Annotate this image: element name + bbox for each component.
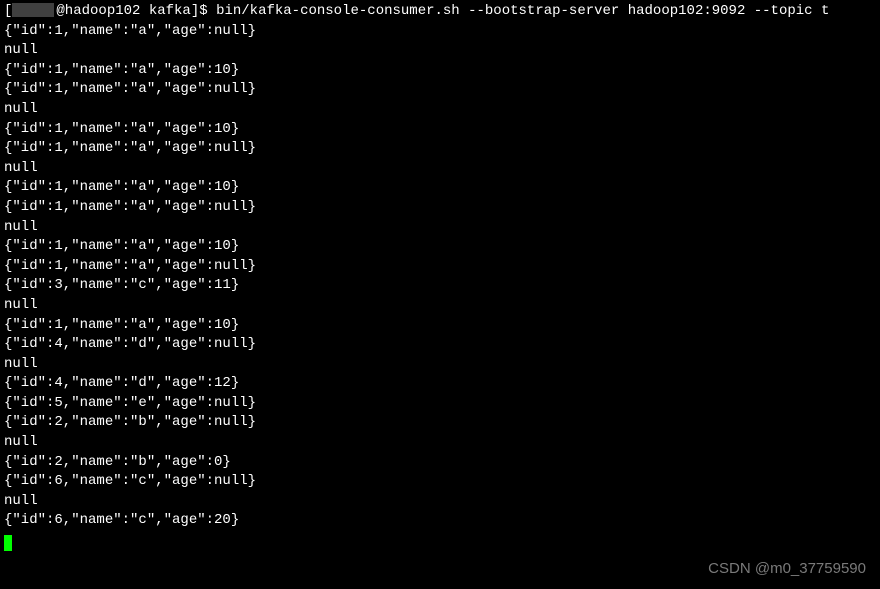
output-line: null: [4, 100, 876, 120]
output-line: null: [4, 492, 876, 512]
output-line: null: [4, 296, 876, 316]
output-line: {"id":1,"name":"a","age":10}: [4, 237, 876, 257]
output-line: null: [4, 218, 876, 238]
prompt-close-bracket: ]: [191, 3, 199, 19]
output-line: null: [4, 159, 876, 179]
terminal-cursor: [4, 535, 12, 551]
output-line: null: [4, 41, 876, 61]
output-line: {"id":3,"name":"c","age":11}: [4, 276, 876, 296]
output-line: {"id":1,"name":"a","age":null}: [4, 257, 876, 277]
output-line: {"id":6,"name":"c","age":20}: [4, 511, 876, 531]
output-line: {"id":1,"name":"a","age":10}: [4, 61, 876, 81]
prompt-line[interactable]: [ @hadoop102 kafka]$ bin/kafka-console-co…: [4, 2, 876, 22]
output-line: {"id":1,"name":"a","age":null}: [4, 22, 876, 42]
output-line: {"id":1,"name":"a","age":10}: [4, 316, 876, 336]
output-line: {"id":1,"name":"a","age":10}: [4, 120, 876, 140]
output-line: {"id":6,"name":"c","age":null}: [4, 472, 876, 492]
output-line: {"id":2,"name":"b","age":0}: [4, 453, 876, 473]
output-line: {"id":4,"name":"d","age":null}: [4, 335, 876, 355]
prompt-open-bracket: [: [4, 3, 12, 19]
cursor-line[interactable]: [4, 531, 876, 551]
redacted-username: [12, 3, 54, 17]
output-line: {"id":1,"name":"a","age":null}: [4, 198, 876, 218]
terminal-output: {"id":1,"name":"a","age":null} null {"id…: [4, 22, 876, 531]
watermark: CSDN @m0_37759590: [708, 558, 866, 579]
prompt-path: kafka: [149, 3, 191, 19]
command-text: bin/kafka-console-consumer.sh --bootstra…: [216, 3, 829, 19]
output-line: {"id":5,"name":"e","age":null}: [4, 394, 876, 414]
output-line: {"id":2,"name":"b","age":null}: [4, 413, 876, 433]
prompt-symbol: $: [199, 3, 207, 19]
output-line: {"id":4,"name":"d","age":12}: [4, 374, 876, 394]
output-line: {"id":1,"name":"a","age":null}: [4, 139, 876, 159]
output-line: {"id":1,"name":"a","age":10}: [4, 178, 876, 198]
output-line: {"id":1,"name":"a","age":null}: [4, 80, 876, 100]
prompt-user-host: @hadoop102: [56, 3, 140, 19]
output-line: null: [4, 433, 876, 453]
output-line: null: [4, 355, 876, 375]
